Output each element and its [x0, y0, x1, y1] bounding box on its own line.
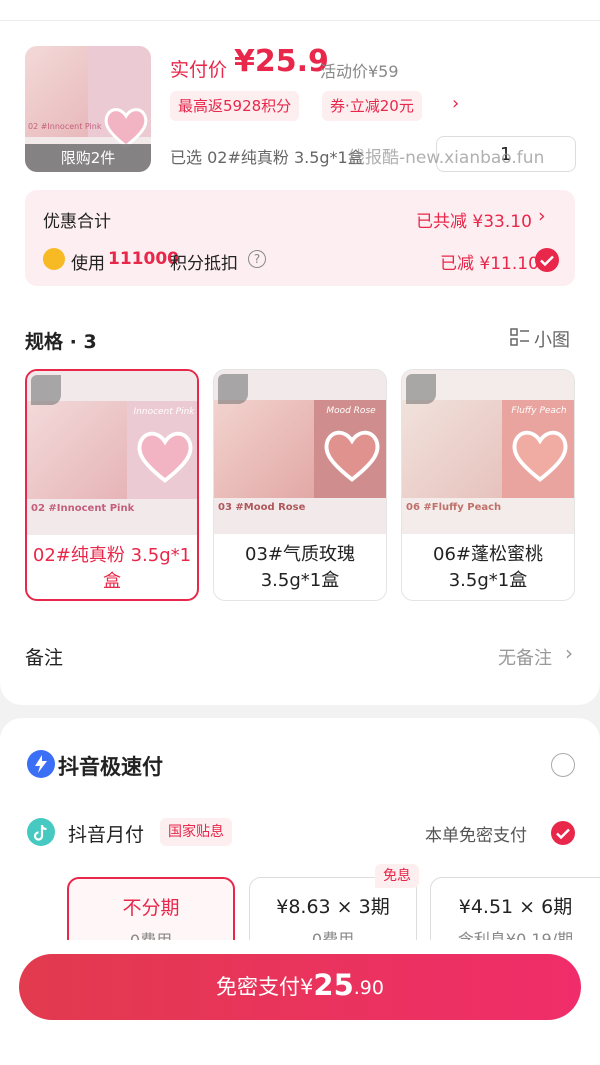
check-icon[interactable] [551, 821, 575, 845]
specs-title: 规格 · 3 [25, 331, 97, 353]
douyin-icon [27, 818, 55, 846]
points-suffix: 积分抵扣 [170, 254, 238, 274]
product-thumbnail[interactable]: 02 #Innocent Pink 限购2件 [25, 46, 151, 172]
remark-value[interactable]: 无备注 [498, 644, 552, 670]
pay-button[interactable]: 免密支付¥25.90 [19, 954, 581, 1020]
monthly-pay-status: 本单免密支付 [425, 826, 527, 846]
spec-image-title: 06 #Fluffy Peach [406, 502, 502, 513]
spec-option-02[interactable]: Innocent Pink 02 #Innocent Pink 02#纯真粉 3… [25, 369, 199, 601]
fast-pay-icon [27, 750, 55, 778]
check-icon[interactable] [535, 248, 559, 272]
monthly-pay-label[interactable]: 抖音月付 [68, 820, 144, 847]
expand-icon[interactable] [406, 374, 436, 404]
spec-image-title: 02 #Innocent Pink [31, 503, 135, 514]
expand-icon[interactable] [31, 375, 61, 405]
points-return-tag: 最高返5928积分 [170, 91, 300, 121]
activity-price: 活动价¥59 [320, 62, 399, 81]
chevron-right-icon[interactable]: › [538, 205, 546, 227]
chevron-right-icon[interactable]: › [565, 641, 573, 665]
discount-total[interactable]: 已共减 ¥33.10 [416, 207, 532, 232]
view-toggle[interactable]: 小图 [534, 326, 570, 352]
points-reduce: 已减 ¥11.10 [440, 254, 539, 274]
thumb-image-title: 02 #Innocent Pink [28, 122, 102, 131]
spec-label: 03#气质玫瑰 3.5g*1盒 [245, 544, 355, 591]
help-icon[interactable]: ? [248, 250, 266, 268]
spec-option-06[interactable]: Fluffy Peach 06 #Fluffy Peach 06#蓬松蜜桃 3.… [401, 369, 575, 601]
plan-title: 不分期 [122, 897, 180, 919]
expand-icon[interactable] [218, 374, 248, 404]
price-label: 实付价 [170, 59, 228, 81]
purchase-limit-label: 限购2件 [25, 144, 151, 172]
selected-spec-text: 已选 02#纯真粉 3.5g*1盒 [170, 148, 364, 167]
pay-button-decimal: .90 [353, 977, 384, 999]
points-prefix: 使用 [71, 254, 105, 274]
coupon-tag[interactable]: 券·立减20元 [322, 91, 422, 121]
pay-button-integer: 25 [313, 968, 354, 1002]
pay-button-prefix: 免密支付¥ [216, 975, 314, 999]
interest-free-badge: 免息 [375, 864, 419, 888]
coin-icon [43, 248, 65, 270]
list-view-icon[interactable] [510, 327, 530, 347]
spec-option-03[interactable]: Mood Rose 03 #Mood Rose 03#气质玫瑰 3.5g*1盒 [213, 369, 387, 601]
divider [0, 20, 600, 21]
palette-name: Innocent Pink [133, 407, 195, 417]
national-subsidy-badge: 国家贴息 [160, 818, 232, 846]
watermark-text: 线报酷-new.xianbao.fun [348, 148, 545, 168]
palette-name: Mood Rose [326, 406, 376, 416]
price-value: ¥25.9 [234, 44, 329, 79]
spec-label: 02#纯真粉 3.5g*1盒 [32, 545, 192, 592]
spec-label: 06#蓬松蜜桃 3.5g*1盒 [433, 544, 543, 591]
points-value: 111000 [108, 249, 179, 269]
spec-image-title: 03 #Mood Rose [218, 502, 306, 513]
discount-title: 优惠合计 [43, 212, 111, 232]
palette-name: Fluffy Peach [511, 406, 567, 416]
remark-label: 备注 [25, 647, 64, 669]
plan-title: ¥8.63 × 3期 [276, 896, 390, 918]
fast-pay-radio[interactable] [551, 753, 575, 777]
plan-title: ¥4.51 × 6期 [458, 896, 573, 918]
fast-pay-label[interactable]: 抖音极速付 [58, 751, 163, 781]
chevron-right-icon[interactable]: › [452, 93, 459, 114]
